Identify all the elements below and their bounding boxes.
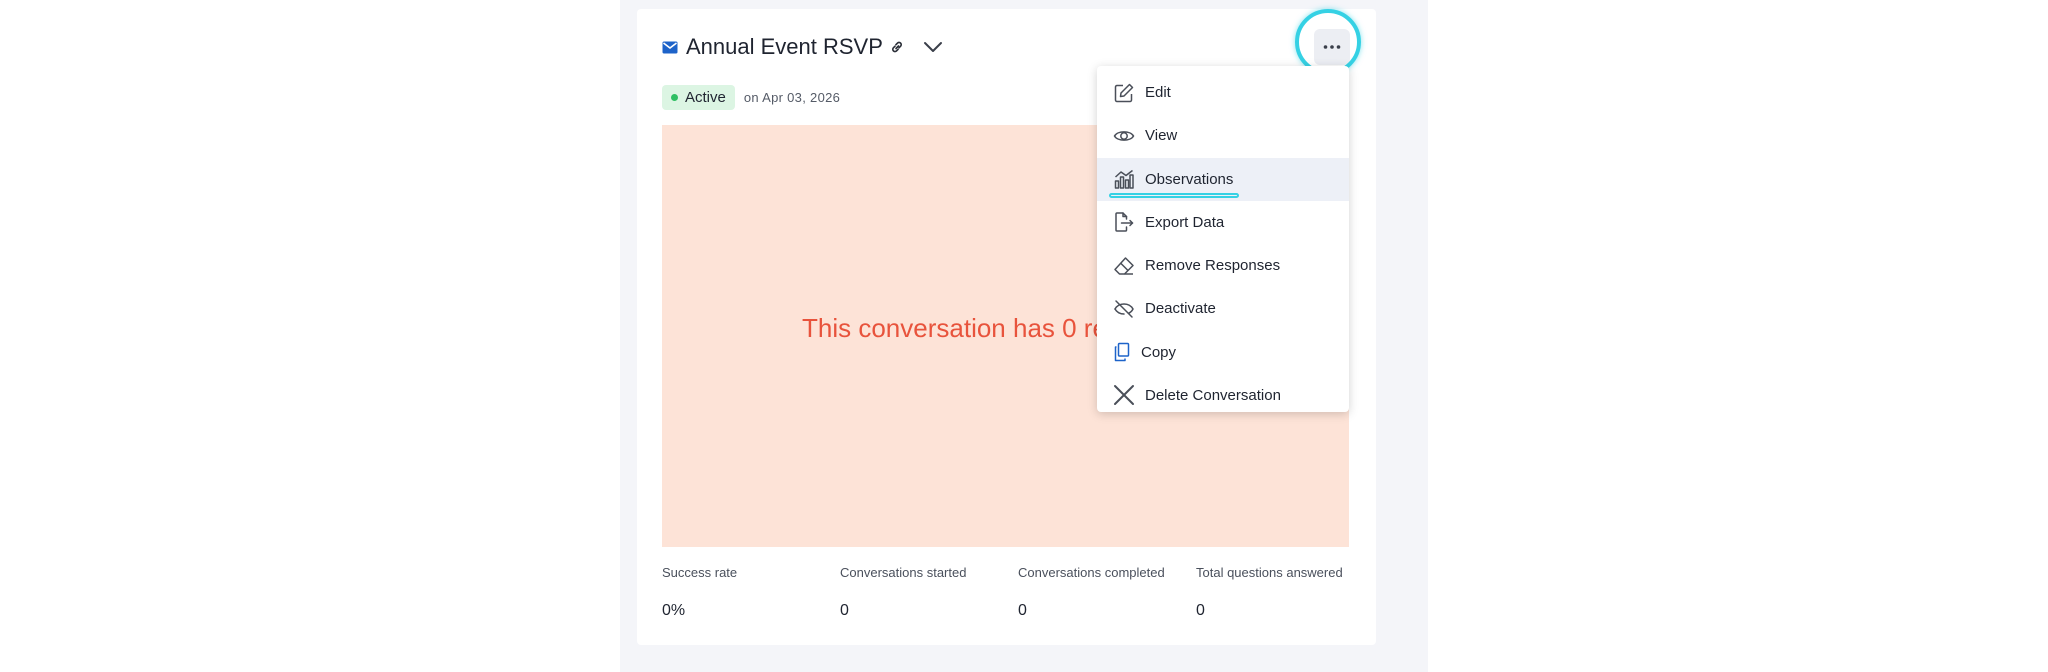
- stats-row: Success rate 0% Conversations started 0 …: [662, 564, 1374, 620]
- page-title: Annual Event RSVP: [686, 34, 883, 59]
- status-badge: Active: [662, 85, 735, 110]
- menu-item-label: Observations: [1145, 170, 1234, 188]
- more-options-button[interactable]: [1314, 29, 1350, 65]
- more-horizontal-icon: [1323, 45, 1341, 49]
- close-icon: [1113, 384, 1135, 406]
- stat-total-questions: Total questions answered 0: [1196, 564, 1374, 620]
- chevron-down-icon[interactable]: [923, 35, 947, 59]
- stat-success-rate: Success rate 0%: [662, 564, 840, 620]
- stat-label: Total questions answered: [1196, 565, 1343, 580]
- menu-item-remove-responses[interactable]: Remove Responses: [1097, 244, 1349, 287]
- stat-value: 0: [1196, 602, 1205, 619]
- more-options-menu: Edit View Observations Export Data Remov…: [1097, 66, 1349, 412]
- menu-item-label: View: [1145, 127, 1178, 145]
- status-row: Active on Apr 03, 2026: [662, 85, 840, 110]
- eye-icon: [1113, 125, 1135, 147]
- export-icon: [1113, 211, 1135, 233]
- stat-value: 0: [1018, 602, 1027, 619]
- stat-value: 0%: [662, 602, 686, 619]
- menu-item-label: Deactivate: [1145, 300, 1216, 318]
- highlight-underline: [1109, 192, 1239, 198]
- menu-item-label: Remove Responses: [1145, 257, 1281, 275]
- stat-value: 0: [840, 602, 849, 619]
- edit-icon: [1113, 82, 1135, 104]
- menu-item-label: Copy: [1141, 343, 1177, 361]
- menu-item-label: Delete Conversation: [1145, 386, 1281, 404]
- chart-icon: [1113, 168, 1135, 190]
- menu-item-export-data[interactable]: Export Data: [1097, 201, 1349, 244]
- stat-label: Conversations started: [840, 565, 967, 580]
- menu-item-label: Edit: [1145, 84, 1171, 102]
- stat-conversations-started: Conversations started 0: [840, 564, 1018, 620]
- menu-item-copy[interactable]: Copy: [1097, 331, 1349, 374]
- deactivate-icon: [1113, 298, 1135, 320]
- status-date: on Apr 03, 2026: [743, 90, 841, 105]
- card-header: Annual Event RSVP: [662, 27, 947, 67]
- menu-item-label: Export Data: [1145, 213, 1225, 231]
- menu-item-view[interactable]: View: [1097, 114, 1349, 157]
- link-icon[interactable]: [889, 38, 907, 56]
- menu-item-delete-conversation[interactable]: Delete Conversation: [1097, 374, 1349, 417]
- stat-label: Conversations completed: [1018, 565, 1165, 580]
- menu-item-edit[interactable]: Edit: [1097, 71, 1349, 114]
- mail-icon: [662, 39, 678, 55]
- menu-item-observations[interactable]: Observations: [1097, 157, 1349, 201]
- stat-label: Success rate: [662, 565, 738, 580]
- menu-item-deactivate[interactable]: Deactivate: [1097, 287, 1349, 330]
- copy-icon: [1113, 341, 1131, 363]
- status-dot: [671, 94, 678, 101]
- status-label: Active: [685, 89, 726, 106]
- stat-conversations-completed: Conversations completed 0: [1018, 564, 1196, 620]
- eraser-icon: [1113, 255, 1135, 277]
